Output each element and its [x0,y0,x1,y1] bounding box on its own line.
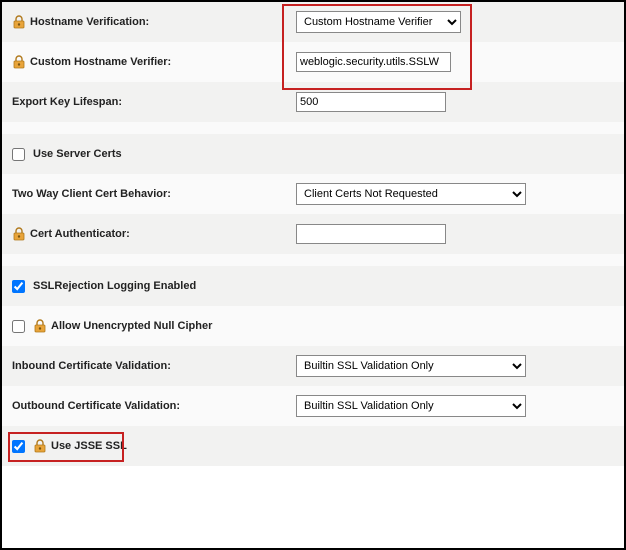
lock-icon [33,439,47,453]
label-cert-authenticator: Cert Authenticator: [30,228,130,240]
row-inbound-cert-validation: Inbound Certificate Validation: Builtin … [2,346,624,386]
label-inbound-cert-validation: Inbound Certificate Validation: [12,360,171,372]
select-outbound-cert-validation[interactable]: Builtin SSL Validation Only [296,395,526,417]
checkbox-allow-unencrypted-null-cipher[interactable] [12,320,25,333]
checkbox-use-jsse-ssl[interactable] [12,440,25,453]
lock-icon [12,227,26,241]
label-custom-hostname-verifier: Custom Hostname Verifier: [30,56,171,68]
row-outbound-cert-validation: Outbound Certificate Validation: Builtin… [2,386,624,426]
row-ssl-rejection-logging: SSLRejection Logging Enabled [2,266,624,306]
label-hostname-verification: Hostname Verification: [30,16,149,28]
row-two-way-client-cert: Two Way Client Cert Behavior: Client Cer… [2,174,624,214]
row-use-server-certs: Use Server Certs [2,134,624,174]
label-allow-unencrypted-null-cipher: Allow Unencrypted Null Cipher [51,320,212,332]
label-two-way-client-cert: Two Way Client Cert Behavior: [12,188,171,200]
row-export-key-lifespan: Export Key Lifespan: [2,82,624,122]
label-ssl-rejection-logging: SSLRejection Logging Enabled [33,280,196,292]
row-allow-unencrypted-null-cipher: Allow Unencrypted Null Cipher [2,306,624,346]
input-custom-hostname-verifier[interactable] [296,52,451,72]
label-use-jsse-ssl: Use JSSE SSL [51,440,127,452]
lock-icon [33,319,47,333]
row-use-jsse-ssl: Use JSSE SSL [2,426,624,466]
checkbox-use-server-certs[interactable] [12,148,25,161]
select-hostname-verification[interactable]: Custom Hostname Verifier [296,11,461,33]
select-inbound-cert-validation[interactable]: Builtin SSL Validation Only [296,355,526,377]
label-outbound-cert-validation: Outbound Certificate Validation: [12,400,180,412]
lock-icon [12,15,26,29]
lock-icon [12,55,26,69]
input-cert-authenticator[interactable] [296,224,446,244]
checkbox-ssl-rejection-logging[interactable] [12,280,25,293]
row-custom-hostname-verifier: Custom Hostname Verifier: [2,42,624,82]
row-hostname-verification: Hostname Verification: Custom Hostname V… [2,2,624,42]
select-two-way-client-cert[interactable]: Client Certs Not Requested [296,183,526,205]
row-cert-authenticator: Cert Authenticator: [2,214,624,254]
label-use-server-certs: Use Server Certs [33,148,122,160]
label-export-key-lifespan: Export Key Lifespan: [12,96,122,108]
input-export-key-lifespan[interactable] [296,92,446,112]
